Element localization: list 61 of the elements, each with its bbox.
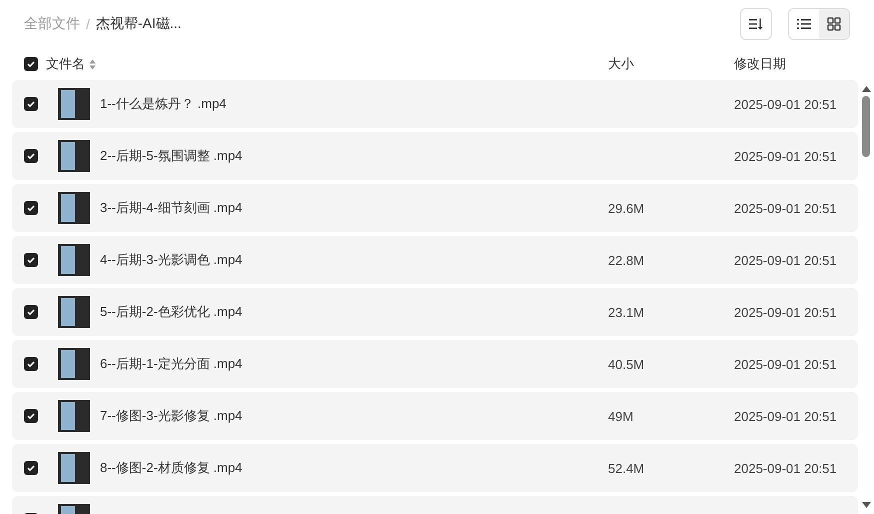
file-name: 1--什么是炼丹？ .mp4	[100, 96, 226, 111]
file-name: 7--修图-3-光影修复 .mp4	[100, 408, 242, 423]
scroll-up-icon[interactable]	[862, 86, 870, 92]
modified-date: 2025-09-01 20:51	[734, 460, 837, 476]
scroll-down-icon[interactable]	[862, 502, 870, 508]
checkbox[interactable]	[24, 253, 38, 267]
file-row[interactable]: 1--什么是炼丹？ .mp4 2025-09-01 20:51	[12, 80, 858, 128]
modified-date: 2025-09-01 20:51	[734, 304, 837, 320]
list-icon	[797, 18, 811, 30]
checkbox[interactable]	[24, 97, 38, 111]
modified-date: 2025-09-01 20:51	[734, 408, 837, 424]
list-view-button[interactable]	[789, 9, 819, 39]
checkbox[interactable]	[24, 357, 38, 371]
file-row[interactable]: 8--修图-2-材质修复 .mp4 52.4M 2025-09-01 20:51	[12, 444, 858, 492]
file-name: 4--后期-3-光影调色 .mp4	[100, 252, 242, 267]
column-header: 大小	[608, 55, 635, 73]
column-header: 修改日期	[734, 55, 787, 73]
checkbox[interactable]	[24, 305, 38, 319]
modified-date: 2025-09-01 20:51	[734, 200, 837, 216]
scrollbar-thumb[interactable]	[862, 96, 870, 157]
sort-button[interactable]	[740, 8, 772, 40]
video-thumbnail	[58, 88, 90, 120]
file-name: 5--后期-2-色彩优化 .mp4	[100, 304, 242, 319]
checkbox[interactable]	[24, 57, 38, 71]
file-name: 2--后期-5-氛围调整 .mp4	[100, 148, 242, 163]
video-thumbnail	[58, 348, 90, 380]
video-thumbnail	[58, 244, 90, 276]
grid-icon	[827, 17, 841, 31]
modified-date: 2025-09-01 20:51	[734, 148, 837, 164]
column-header[interactable]: 文件名	[46, 55, 85, 73]
sort-order-icon	[749, 18, 763, 30]
video-thumbnail	[58, 140, 90, 172]
breadcrumb-separator: /	[86, 16, 90, 32]
video-thumbnail	[58, 192, 90, 224]
sort-icon[interactable]	[89, 58, 96, 70]
video-thumbnail	[58, 400, 90, 432]
file-row[interactable]: 3--后期-4-细节刻画 .mp4 29.6M 2025-09-01 20:51	[12, 184, 858, 232]
file-row[interactable]: 6--后期-1-定光分面 .mp4 40.5M 2025-09-01 20:51	[12, 340, 858, 388]
file-name: 8--修图-2-材质修复 .mp4	[100, 460, 242, 475]
checkbox[interactable]	[24, 461, 38, 475]
breadcrumb-link[interactable]: 杰视帮-AI磁...	[96, 15, 182, 33]
checkbox[interactable]	[24, 201, 38, 215]
file-size: 29.6M	[608, 200, 644, 216]
file-size: 22.8M	[608, 252, 644, 268]
file-size: 49M	[608, 408, 634, 424]
checkbox[interactable]	[24, 149, 38, 163]
video-thumbnail	[58, 296, 90, 328]
file-row[interactable]: 2--后期-5-氛围调整 .mp4 2025-09-01 20:51	[12, 132, 858, 180]
file-size: 23.1M	[608, 304, 644, 320]
video-thumbnail	[58, 452, 90, 484]
file-row[interactable]: 4--后期-3-光影调色 .mp4 22.8M 2025-09-01 20:51	[12, 236, 858, 284]
modified-date: 2025-09-01 20:51	[734, 252, 837, 268]
file-row[interactable]: 5--后期-2-色彩优化 .mp4 23.1M 2025-09-01 20:51	[12, 288, 858, 336]
file-size: 40.5M	[608, 356, 644, 372]
file-name: 6--后期-1-定光分面 .mp4	[100, 356, 242, 371]
file-size: 52.4M	[608, 460, 644, 476]
modified-date: 2025-09-01 20:51	[734, 96, 837, 112]
file-row[interactable]: 7--修图-3-光影修复 .mp4 49M 2025-09-01 20:51	[12, 392, 858, 440]
modified-date: 2025-09-01 20:51	[734, 356, 837, 372]
checkbox[interactable]	[24, 409, 38, 423]
file-name: 3--后期-4-细节刻画 .mp4	[100, 200, 242, 215]
